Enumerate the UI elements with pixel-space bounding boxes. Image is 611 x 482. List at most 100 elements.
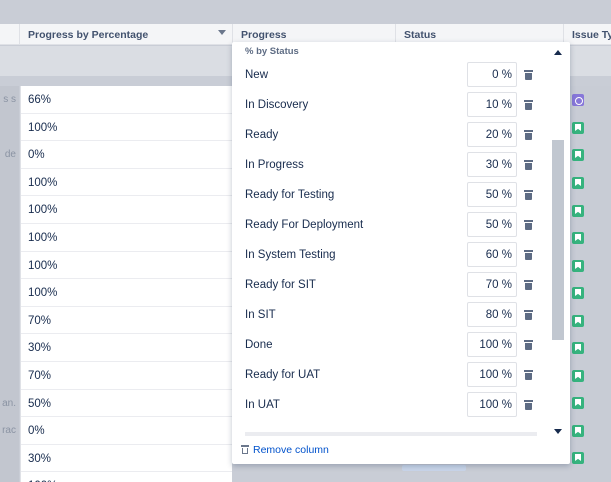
- status-label: In SIT: [245, 309, 276, 321]
- trash-icon[interactable]: [524, 250, 533, 260]
- table-row[interactable]: 70%: [21, 307, 232, 335]
- trash-icon[interactable]: [524, 100, 533, 110]
- percent-by-status-popup: % by Status New 0 % In Discovery 10 % Re…: [232, 42, 570, 464]
- status-row-ready-for-testing: Ready for Testing 50 %: [232, 180, 552, 210]
- bookmark-icon: [572, 342, 584, 354]
- header-label: Progress: [241, 29, 287, 41]
- table-row[interactable]: 70%: [21, 362, 232, 390]
- header-label: Issue Typ: [572, 29, 611, 41]
- status-label: Ready for SIT: [245, 279, 316, 291]
- trash-icon[interactable]: [524, 190, 533, 200]
- remove-column-label: Remove column: [253, 444, 329, 456]
- scrollbar-thumb[interactable]: [552, 140, 564, 340]
- status-label: Ready For Deployment: [245, 219, 364, 231]
- issue-type-column: [570, 86, 611, 482]
- epic-icon: [572, 94, 584, 106]
- status-lozenge: [402, 465, 466, 471]
- table-row[interactable]: 50%: [21, 390, 232, 418]
- status-label: Ready for Testing: [245, 189, 335, 201]
- scroll-down-arrow-icon[interactable]: [554, 429, 562, 434]
- clipped-column: s s de an. rac: [0, 86, 19, 482]
- trash-icon[interactable]: [524, 130, 533, 140]
- bookmark-icon: [572, 370, 584, 382]
- percent-input[interactable]: 100 %: [467, 362, 517, 387]
- bookmark-icon: [572, 177, 584, 189]
- scrollbar[interactable]: [552, 50, 565, 434]
- chevron-down-icon[interactable]: [218, 30, 226, 35]
- trash-icon[interactable]: [524, 340, 533, 350]
- status-row-in-progress: In Progress 30 %: [232, 150, 552, 180]
- clipped-text: s s: [3, 94, 16, 105]
- percent-input[interactable]: 20 %: [467, 122, 517, 147]
- trash-icon[interactable]: [524, 160, 533, 170]
- percent-input[interactable]: 30 %: [467, 152, 517, 177]
- percent-input[interactable]: 100 %: [467, 332, 517, 357]
- trash-icon[interactable]: [524, 220, 533, 230]
- status-row-in-discovery: In Discovery 10 %: [232, 90, 552, 120]
- status-row-in-sit: In SIT 80 %: [232, 300, 552, 330]
- status-row-new: New 0 %: [232, 60, 552, 90]
- status-label: Ready for UAT: [245, 369, 321, 381]
- percent-input[interactable]: 50 %: [467, 182, 517, 207]
- divider: [245, 432, 537, 436]
- bookmark-icon: [572, 397, 584, 409]
- remove-column-button[interactable]: Remove column: [241, 444, 329, 456]
- trash-icon[interactable]: [524, 70, 533, 80]
- table-row[interactable]: 30%: [21, 445, 232, 473]
- status-row-ready: Ready 20 %: [232, 120, 552, 150]
- percent-input[interactable]: 60 %: [467, 242, 517, 267]
- percent-input[interactable]: 0 %: [467, 62, 517, 87]
- status-label: In Progress: [245, 159, 304, 171]
- status-row-ready-for-uat: Ready for UAT 100 %: [232, 360, 552, 390]
- status-row-ready-for-sit: Ready for SIT 70 %: [232, 270, 552, 300]
- status-label: New: [245, 69, 269, 81]
- bookmark-icon: [572, 260, 584, 272]
- bookmark-icon: [572, 315, 584, 327]
- header-label: Progress by Percentage: [28, 29, 149, 41]
- clipped-text: de: [4, 149, 16, 160]
- percent-input[interactable]: 70 %: [467, 272, 517, 297]
- status-label: In Discovery: [245, 99, 309, 111]
- table-row[interactable]: 66%: [21, 86, 232, 114]
- table-row[interactable]: 100%: [21, 252, 232, 280]
- trash-icon[interactable]: [524, 370, 533, 380]
- status-row-ready-for-deployment: Ready For Deployment 50 %: [232, 210, 552, 240]
- trash-icon[interactable]: [524, 400, 533, 410]
- progress-pct-column: 66% 100% 0% 100% 100% 100% 100% 100% 70%…: [20, 86, 232, 482]
- trash-icon[interactable]: [524, 280, 533, 290]
- bookmark-icon: [572, 287, 584, 299]
- bookmark-icon: [572, 205, 584, 217]
- bookmark-icon: [572, 232, 584, 244]
- table-row[interactable]: 100%: [21, 472, 232, 482]
- trash-icon[interactable]: [524, 310, 533, 320]
- table-row[interactable]: 100%: [21, 224, 232, 252]
- header-col-clipped: [0, 24, 20, 45]
- header-col-progress-pct[interactable]: Progress by Percentage: [20, 24, 233, 45]
- bookmark-icon: [572, 122, 584, 134]
- table-row[interactable]: 100%: [21, 169, 232, 197]
- percent-input[interactable]: 100 %: [467, 392, 517, 417]
- status-row-in-uat: In UAT 100 %: [232, 390, 552, 420]
- status-row-in-system-testing: In System Testing 60 %: [232, 240, 552, 270]
- table-row[interactable]: 100%: [21, 114, 232, 142]
- clipped-text: rac: [2, 425, 16, 436]
- status-label: Done: [245, 339, 273, 351]
- header-label: Status: [404, 29, 437, 41]
- table-row[interactable]: 0%: [21, 417, 232, 445]
- clipped-text: an.: [2, 398, 16, 409]
- table-row[interactable]: 100%: [21, 279, 232, 307]
- bookmark-icon: [572, 452, 584, 464]
- status-label: In System Testing: [245, 249, 336, 261]
- bookmark-icon: [572, 425, 584, 437]
- popup-title: % by Status: [245, 46, 299, 57]
- percent-input[interactable]: 80 %: [467, 302, 517, 327]
- percent-input[interactable]: 50 %: [467, 212, 517, 237]
- bookmark-icon: [572, 149, 584, 161]
- table-row[interactable]: 100%: [21, 196, 232, 224]
- table-row[interactable]: 30%: [21, 334, 232, 362]
- percent-input[interactable]: 10 %: [467, 92, 517, 117]
- table-row[interactable]: 0%: [21, 141, 232, 169]
- header-col-issue-type[interactable]: Issue Typ: [564, 24, 611, 45]
- scroll-up-arrow-icon[interactable]: [554, 50, 562, 55]
- trash-icon: [241, 445, 249, 454]
